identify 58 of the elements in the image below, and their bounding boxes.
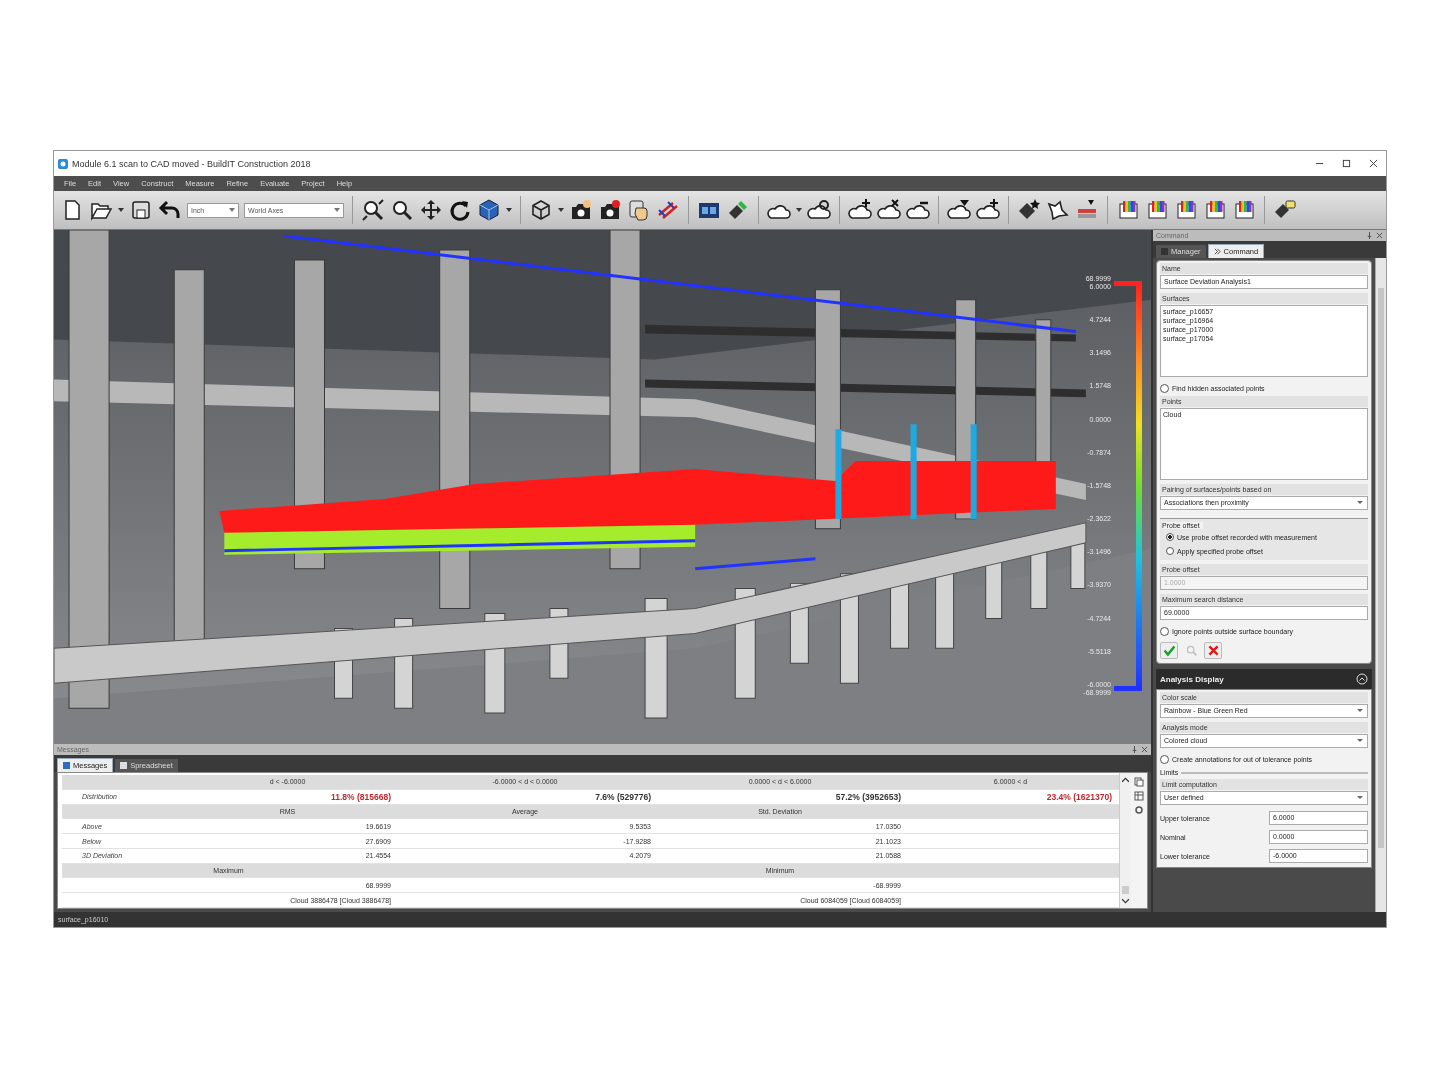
sheet-icon xyxy=(120,762,128,769)
shape-star-icon[interactable] xyxy=(1046,198,1070,222)
ok-button[interactable] xyxy=(1160,642,1178,659)
save-icon[interactable] xyxy=(129,198,153,222)
pan-icon[interactable] xyxy=(419,198,443,222)
caret-icon[interactable] xyxy=(118,208,124,212)
pin-icon[interactable] xyxy=(1366,232,1373,239)
maximize-icon[interactable] xyxy=(1342,159,1351,168)
caret-icon[interactable] xyxy=(506,208,512,212)
diamond-star-icon[interactable] xyxy=(1017,198,1041,222)
caret-icon[interactable] xyxy=(558,208,564,212)
scrollbar-thumb[interactable] xyxy=(1122,886,1129,894)
caret-icon[interactable] xyxy=(796,208,802,212)
camera-icon[interactable] xyxy=(569,198,593,222)
chevron-icon xyxy=(1213,248,1221,255)
scrollbar-thumb[interactable] xyxy=(1378,288,1384,848)
table-cell: 23.4% (1621370) xyxy=(1046,791,1112,802)
cloud-filter-icon[interactable] xyxy=(947,198,971,222)
info-icon xyxy=(63,762,70,769)
section-title: Analysis Display xyxy=(1160,674,1224,684)
radio-button[interactable] xyxy=(1166,547,1174,555)
table-cell: 57.2% (3952653) xyxy=(835,791,901,802)
section-header[interactable]: Analysis Display xyxy=(1156,669,1372,689)
caret-icon[interactable] xyxy=(334,208,340,212)
scrollbar[interactable] xyxy=(1375,258,1386,912)
window-title: Module 6.1 scan to CAD moved - BuildIT Construction 2018 xyxy=(72,158,311,169)
link-icon[interactable] xyxy=(656,198,680,222)
table-cell: 7.6% (529776) xyxy=(595,791,651,802)
caret-icon[interactable] xyxy=(229,208,235,212)
hand-icon[interactable] xyxy=(627,198,651,222)
gear-icon[interactable] xyxy=(1134,805,1144,815)
cloud-gear-icon[interactable] xyxy=(807,198,831,222)
table-icon[interactable] xyxy=(1134,791,1144,801)
radio-button[interactable] xyxy=(1166,533,1174,541)
cancel-button[interactable] xyxy=(1204,642,1222,659)
copy-icon[interactable] xyxy=(1134,777,1144,787)
checkbox[interactable] xyxy=(1160,383,1169,393)
zoom-fit-icon[interactable] xyxy=(361,198,385,222)
rainbow-shape-icon[interactable] xyxy=(1116,198,1140,222)
scroll-up-icon[interactable] xyxy=(1121,776,1130,783)
close-icon[interactable] xyxy=(1369,159,1378,168)
cube-icon[interactable] xyxy=(477,198,501,222)
app-icon xyxy=(58,158,68,169)
scroll-down-icon[interactable] xyxy=(1121,898,1130,905)
zoom-window-icon[interactable] xyxy=(390,198,414,222)
collapse-icon[interactable] xyxy=(1356,673,1368,685)
wireframe-cube-icon[interactable] xyxy=(529,198,553,222)
table-cell: 11.8% (815668) xyxy=(330,791,391,802)
close-icon[interactable] xyxy=(1376,232,1383,239)
cloud-cross-icon[interactable] xyxy=(877,198,901,222)
rotate-icon[interactable] xyxy=(448,198,472,222)
scrollbar[interactable] xyxy=(1119,773,1131,908)
checkbox[interactable] xyxy=(1160,626,1169,636)
close-icon[interactable] xyxy=(1141,746,1148,753)
cloud-plus-icon[interactable] xyxy=(848,198,872,222)
camera-icon[interactable] xyxy=(598,198,622,222)
checkbox[interactable] xyxy=(1160,754,1169,764)
pin-icon[interactable] xyxy=(1131,746,1138,753)
